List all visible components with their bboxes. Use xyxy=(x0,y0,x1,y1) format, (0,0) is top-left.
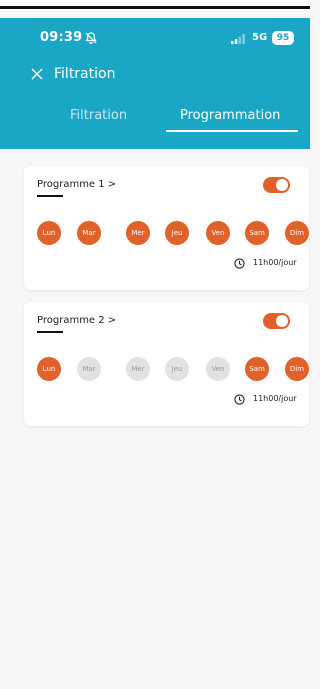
day-dim[interactable]: Dim xyxy=(285,357,309,381)
day-sam[interactable]: Sam xyxy=(245,221,269,245)
top-border xyxy=(0,0,310,10)
day-lun[interactable]: Lun xyxy=(37,357,61,381)
battery-badge: 95 xyxy=(272,31,294,45)
day-mar[interactable]: Mar xyxy=(77,357,101,381)
signal-icon xyxy=(231,34,245,44)
day-sam[interactable]: Sam xyxy=(245,357,269,381)
day-ven[interactable]: Ven xyxy=(206,357,230,381)
app-bar: Filtration xyxy=(0,64,310,88)
day-jeu[interactable]: Jeu xyxy=(165,221,189,245)
status-time: 09:39 xyxy=(40,30,83,45)
programme-title-underline xyxy=(37,331,63,333)
active-tab-indicator xyxy=(166,130,298,132)
day-mar[interactable]: Mar xyxy=(77,221,101,245)
programme-title[interactable]: Programme 1 > xyxy=(37,179,116,190)
days-row: Lun Mar Mer Jeu Ven Sam Dim xyxy=(37,357,309,381)
days-row: Lun Mar Mer Jeu Ven Sam Dim xyxy=(37,221,309,245)
duration-text: 11h00/jour xyxy=(253,258,297,267)
page-title: Filtration xyxy=(54,66,116,82)
day-lun[interactable]: Lun xyxy=(37,221,61,245)
programme-card-1[interactable]: Programme 1 > Lun Mar Mer Jeu Ven Sam Di… xyxy=(24,166,309,290)
programme-title[interactable]: Programme 2 > xyxy=(37,315,116,326)
day-mer[interactable]: Mer xyxy=(126,357,150,381)
day-jeu[interactable]: Jeu xyxy=(165,357,189,381)
tab-programmation[interactable]: Programmation xyxy=(180,108,280,123)
clock-icon xyxy=(234,394,245,405)
day-ven[interactable]: Ven xyxy=(206,221,230,245)
duration-text: 11h00/jour xyxy=(253,394,297,403)
toggle-knob xyxy=(276,179,288,191)
tab-filtration[interactable]: Filtration xyxy=(70,108,127,123)
status-bar: 09:39 5G 95 xyxy=(0,30,310,50)
programme-title-underline xyxy=(37,195,63,197)
programme-toggle[interactable] xyxy=(263,313,290,329)
day-mer[interactable]: Mer xyxy=(126,221,150,245)
close-icon[interactable] xyxy=(31,68,43,80)
clock-icon xyxy=(234,258,245,269)
tab-bar: Filtration Programmation xyxy=(0,108,310,138)
toggle-knob xyxy=(276,315,288,327)
network-type: 5G xyxy=(252,32,268,43)
programme-toggle[interactable] xyxy=(263,177,290,193)
day-dim[interactable]: Dim xyxy=(285,221,309,245)
programme-card-2[interactable]: Programme 2 > Lun Mar Mer Jeu Ven Sam Di… xyxy=(24,302,309,426)
bell-muted-icon xyxy=(85,32,97,44)
